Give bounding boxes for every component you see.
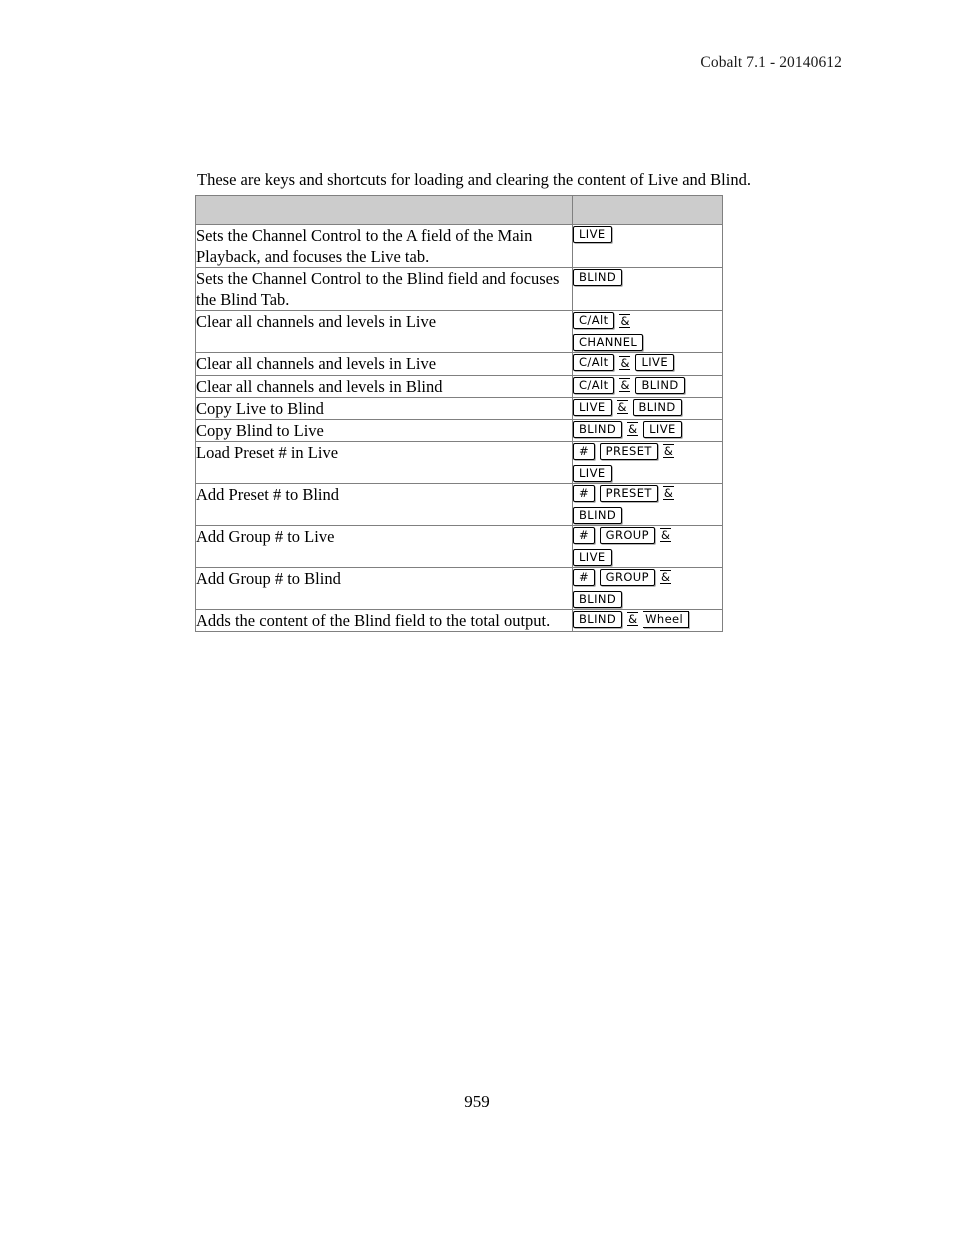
table-row: Copy Live to Blind LIVE & BLIND [195, 396, 723, 420]
shortcut-keys: LIVE & BLIND [572, 396, 723, 420]
key-sequence-line: # PRESET & [573, 442, 722, 461]
key-combine-ampersand: & [662, 444, 674, 459]
shortcut-description: Sets the Channel Control to the Blind fi… [195, 267, 573, 312]
keycap-c-alt: C/Alt [573, 376, 615, 394]
key-combine-ampersand: & [619, 378, 631, 393]
table-row: Load Preset # in Live # PRESET & LIVE [195, 440, 723, 484]
key-combine-ampersand: & [616, 400, 628, 415]
shortcut-keys: BLIND & Wheel [572, 608, 723, 632]
keycap-: # [573, 568, 595, 586]
key-sequence-line: C/Alt & BLIND [573, 376, 722, 395]
key-sequence-line: BLIND [573, 506, 722, 525]
key-sequence-line: BLIND & Wheel [573, 610, 722, 629]
key-sequence-line: # GROUP & [573, 568, 722, 587]
shortcut-keys: C/Alt & CHANNEL [572, 310, 723, 354]
key-combine-ampersand: & [627, 422, 639, 437]
key-combine-ampersand: & [659, 528, 671, 543]
table-row: Add Group # to Blind # GROUP & BLIND [195, 566, 723, 610]
shortcut-description: Clear all channels and levels in Live [195, 310, 573, 354]
table-row: Sets the Channel Control to the A field … [195, 223, 723, 269]
shortcut-description: Copy Blind to Live [195, 418, 573, 442]
table-head [195, 195, 723, 225]
table-row: Add Preset # to Blind # PRESET & BLIND [195, 482, 723, 526]
shortcut-description: Clear all channels and levels in Live [195, 352, 573, 376]
key-sequence-line: LIVE [573, 548, 722, 567]
key-sequence-line: # PRESET & [573, 484, 722, 503]
key-sequence-line: LIVE [573, 225, 722, 244]
keycap-group: GROUP [599, 526, 655, 544]
key-sequence-line: C/Alt & LIVE [573, 353, 722, 372]
key-sequence-line: CHANNEL [573, 333, 722, 352]
table-header-keys [572, 195, 723, 225]
keycap-live: LIVE [573, 464, 612, 482]
key-sequence-line: LIVE [573, 464, 722, 483]
keycap-preset: PRESET [599, 442, 658, 460]
table-body: Sets the Channel Control to the A field … [195, 223, 723, 632]
key-combine-ampersand: & [662, 486, 674, 501]
shortcut-keys: # PRESET & LIVE [572, 440, 723, 484]
document-page: Cobalt 7.1 - 20140612 These are keys and… [0, 0, 954, 1235]
shortcut-description: Add Preset # to Blind [195, 482, 573, 526]
table-row: Clear all channels and levels in Live C/A… [195, 310, 723, 354]
shortcut-description: Clear all channels and levels in Blind [195, 374, 573, 398]
table-header-description [195, 195, 573, 225]
shortcut-description: Adds the content of the Blind field to t… [195, 608, 573, 632]
keycap-blind: BLIND [573, 506, 623, 524]
shortcut-keys: # PRESET & BLIND [572, 482, 723, 526]
key-sequence-line: BLIND & LIVE [573, 420, 722, 439]
shortcut-keys: BLIND [572, 267, 723, 312]
keycap-live: LIVE [635, 354, 674, 372]
shortcut-keys: # GROUP & BLIND [572, 566, 723, 610]
key-combine-ampersand: & [627, 612, 639, 627]
table-row: Sets the Channel Control to the Blind fi… [195, 267, 723, 312]
shortcut-keys: C/Alt & LIVE [572, 352, 723, 376]
key-combine-ampersand: & [619, 355, 631, 370]
shortcut-keys: LIVE [572, 223, 723, 269]
key-sequence-line: # GROUP & [573, 526, 722, 545]
keycap-preset: PRESET [599, 484, 658, 502]
shortcut-keys: BLIND & LIVE [572, 418, 723, 442]
page-number: 959 [464, 1092, 490, 1111]
shortcut-description: Load Preset # in Live [195, 440, 573, 484]
shortcut-description: Add Group # to Live [195, 524, 573, 568]
keycap-: # [573, 526, 595, 544]
keycap-: # [573, 442, 595, 460]
shortcut-table: Sets the Channel Control to the A field … [195, 195, 723, 632]
keycap-wheel: Wheel [643, 610, 690, 628]
key-sequence-line: LIVE & BLIND [573, 398, 722, 417]
table-row: Clear all channels and levels in Blind C/… [195, 374, 723, 398]
keycap-blind: BLIND [573, 590, 623, 608]
table-row: Add Group # to Live # GROUP & LIVE [195, 524, 723, 568]
keycap-c-alt: C/Alt [573, 312, 615, 330]
keycap-blind: BLIND [573, 610, 623, 628]
keycap-channel: CHANNEL [573, 334, 644, 352]
shortcut-description: Copy Live to Blind [195, 396, 573, 420]
key-sequence-line: C/Alt & [573, 311, 722, 330]
table-row: Copy Blind to Live BLIND & LIVE [195, 418, 723, 442]
keycap-live: LIVE [573, 398, 612, 416]
keycap-live: LIVE [573, 548, 612, 566]
key-sequence-line: BLIND [573, 590, 722, 609]
key-sequence-line: BLIND [573, 268, 722, 287]
shortcut-keys: C/Alt & BLIND [572, 374, 723, 398]
keycap-group: GROUP [599, 568, 655, 586]
table-row: Adds the content of the Blind field to t… [195, 608, 723, 632]
table-row: Clear all channels and levels in Live C/A… [195, 352, 723, 376]
keycap-blind: BLIND [635, 376, 685, 394]
intro-paragraph: These are keys and shortcuts for loading… [197, 169, 751, 189]
keycap-c-alt: C/Alt [573, 354, 615, 372]
table-header-row [195, 195, 723, 225]
document-running-header: Cobalt 7.1 - 20140612 [700, 54, 842, 71]
key-combine-ampersand: & [619, 313, 631, 328]
shortcut-keys: # GROUP & LIVE [572, 524, 723, 568]
key-combine-ampersand: & [659, 570, 671, 585]
keycap-blind: BLIND [632, 398, 682, 416]
shortcut-description: Add Group # to Blind [195, 566, 573, 610]
keycap-: # [573, 484, 595, 502]
keycap-live: LIVE [643, 420, 682, 438]
shortcut-description: Sets the Channel Control to the A field … [195, 223, 573, 269]
keycap-blind: BLIND [573, 269, 623, 287]
keycap-live: LIVE [573, 226, 612, 243]
keycap-blind: BLIND [573, 420, 623, 438]
